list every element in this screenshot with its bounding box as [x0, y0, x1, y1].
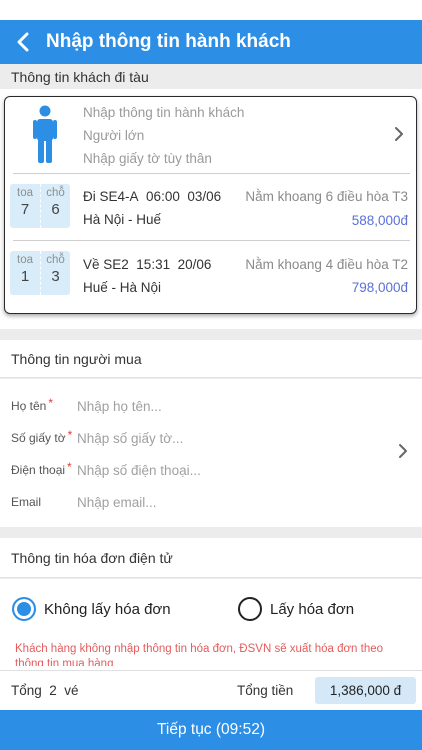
trip-price: 798,000đ: [351, 280, 408, 295]
car-number: 7: [20, 201, 30, 218]
passenger-section-title: Thông tin khách đi tàu: [0, 64, 422, 89]
chevron-right-icon: [395, 127, 403, 141]
trip-price: 588,000đ: [351, 213, 408, 228]
train-code: Về SE2: [83, 257, 129, 272]
seat-label: chỗ: [46, 254, 65, 266]
trip-route: Hà Nội - Huế: [83, 212, 162, 227]
train-code: Đi SE4-A: [83, 189, 139, 204]
seat-badge: toa 1 chỗ 3: [10, 251, 70, 295]
total-amount: 1,386,000 đ: [315, 677, 416, 704]
seat-label: chỗ: [46, 187, 65, 199]
id-field-row: Số giấy tờ *: [0, 423, 380, 455]
page-title: Nhập thông tin hành khách: [46, 31, 291, 52]
back-button[interactable]: [0, 20, 46, 64]
depart-date: 03/06: [187, 189, 222, 204]
seat-number: 3: [51, 268, 60, 285]
chevron-left-icon: [17, 32, 29, 52]
buyer-section-title: Thông tin người mua: [0, 340, 422, 378]
id-label: Số giấy tờ *: [11, 428, 73, 445]
phone-input[interactable]: [77, 463, 367, 478]
trip-class: Nằm khoang 4 điều hòa T2: [245, 257, 408, 272]
car-label: toa: [17, 187, 33, 199]
name-field-row: Họ tên *: [0, 391, 380, 423]
required-mark: *: [67, 460, 72, 474]
radio-selected-icon: [12, 597, 36, 621]
status-bar: [0, 0, 422, 20]
buyer-form: Họ tên* Số giấy tờ* Điện thoại* Email: [0, 379, 422, 527]
seat-number: 6: [51, 201, 60, 218]
chevron-right-icon[interactable]: [398, 443, 408, 459]
passenger-card[interactable]: Nhập thông tin hành khách Người lớn Nhập…: [4, 96, 417, 314]
id-input[interactable]: [77, 431, 367, 446]
radio-empty-icon: [238, 597, 262, 621]
trip-info: Đi SE4-A 06:00 03/06: [83, 189, 221, 204]
divider: [13, 173, 410, 174]
email-field-row: Email: [0, 487, 380, 519]
no-invoice-radio[interactable]: Không lấy hóa đơn: [12, 597, 171, 621]
invoice-section-title: Thông tin hóa đơn điện tử: [0, 538, 422, 578]
name-label: Họ tên *: [11, 396, 54, 413]
required-mark: *: [48, 396, 54, 410]
invoice-label: Lấy hóa đơn: [270, 600, 355, 618]
passenger-info-row[interactable]: Nhập thông tin hành khách Người lớn Nhập…: [5, 97, 416, 173]
trip-class: Nằm khoang 6 điều hòa T3: [245, 189, 408, 204]
email-input[interactable]: [77, 495, 367, 510]
invoice-note: Khách hàng không nhập thông tin hóa đơn,…: [15, 643, 384, 666]
divider: [13, 240, 410, 241]
header-bar: Nhập thông tin hành khách: [0, 20, 422, 64]
passenger-name-placeholder: Nhập thông tin hành khách: [83, 105, 245, 120]
car-label: toa: [17, 254, 33, 266]
total-bar: Tổng 2 vé Tổng tiền 1,386,000 đ: [0, 670, 422, 710]
total-label: Tổng tiền: [237, 683, 294, 698]
invoice-radio[interactable]: Lấy hóa đơn: [238, 597, 354, 621]
car-number: 1: [20, 268, 30, 285]
passenger-type: Người lớn: [83, 128, 145, 143]
phone-field-row: Điện thoại *: [0, 455, 380, 487]
continue-button[interactable]: Tiếp tục (09:52): [0, 710, 422, 750]
phone-label: Điện thoại *: [11, 460, 72, 477]
passenger-id-placeholder: Nhập giấy tờ tùy thân: [83, 151, 212, 166]
no-invoice-label: Không lấy hóa đơn: [44, 600, 171, 618]
depart-time: 15:31: [136, 257, 171, 272]
ticket-count: Tổng 2 vé: [11, 683, 79, 698]
email-label: Email: [11, 495, 42, 509]
name-input[interactable]: [77, 399, 367, 414]
trip-info: Về SE2 15:31 20/06: [83, 257, 211, 272]
depart-date: 20/06: [177, 257, 212, 272]
required-mark: *: [67, 428, 73, 442]
person-icon: [33, 105, 57, 163]
seat-badge: toa 7 chỗ 6: [10, 184, 70, 228]
depart-time: 06:00: [146, 189, 180, 204]
trip-route: Huế - Hà Nội: [83, 280, 162, 295]
